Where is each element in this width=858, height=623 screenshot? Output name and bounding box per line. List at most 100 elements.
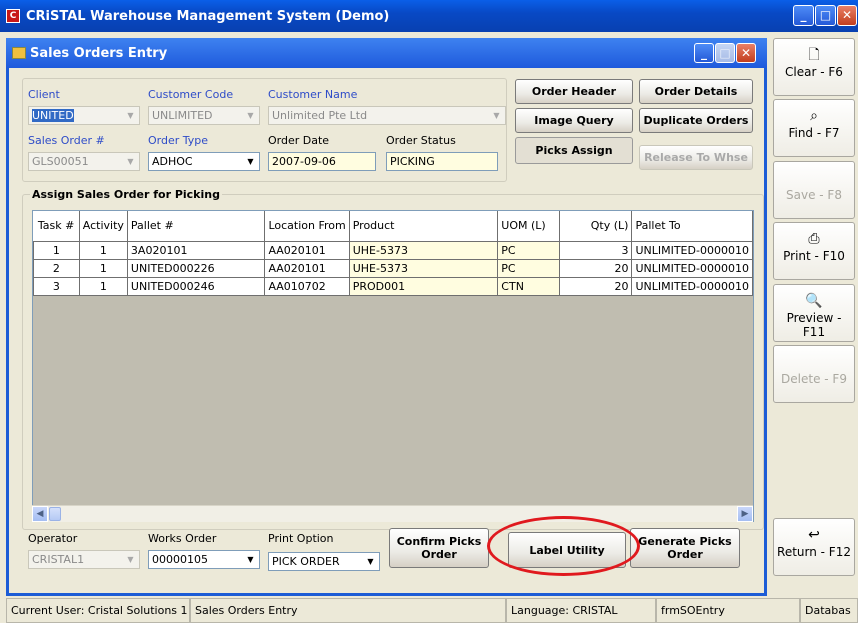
order-status-field: PICKING (386, 152, 498, 171)
release-to-whse-button[interactable]: Release To Whse (639, 145, 753, 170)
scroll-right-icon[interactable]: ▶ (737, 506, 753, 522)
cell-product: UHE-5373 (348, 259, 499, 278)
cell-pallet: UNITED000246 (126, 277, 266, 296)
document-icon: 🗋 (808, 47, 820, 63)
cell-uom: PC (497, 259, 561, 278)
cell-activity: 1 (78, 241, 128, 260)
col-qty[interactable]: Qty (L) (559, 211, 633, 242)
cell-activity: 1 (78, 259, 128, 278)
customer-name-label: Customer Name (268, 88, 358, 101)
table-row[interactable]: 2 1 UNITED000226 AA020101 UHE-5373 PC 20… (33, 259, 753, 278)
image-query-button[interactable]: Image Query (515, 108, 633, 133)
cell-location-from: AA020101 (264, 241, 350, 260)
maximize-icon[interactable]: □ (815, 5, 836, 26)
order-header-button[interactable]: Order Header (515, 79, 633, 104)
works-order-select[interactable]: 00000105 ▼ (148, 550, 260, 569)
print-button[interactable]: ⎙ Print - F10 (773, 222, 855, 280)
window-title: Sales Orders Entry (30, 46, 168, 61)
close-icon[interactable]: ✕ (837, 5, 857, 26)
status-language: Language: CRISTAL (506, 598, 656, 623)
return-button[interactable]: ↩ Return - F12 (773, 518, 855, 576)
cell-qty: 20 (559, 277, 633, 296)
printer-icon: ⎙ (808, 231, 820, 247)
chevron-down-icon: ▼ (123, 154, 138, 169)
col-uom[interactable]: UOM (L) (497, 211, 561, 242)
delete-button[interactable]: Delete - F9 (773, 345, 855, 403)
cell-qty: 3 (559, 241, 633, 260)
scroll-left-icon[interactable]: ◀ (32, 506, 48, 522)
generate-picks-order-button[interactable]: Generate Picks Order (630, 528, 740, 568)
cell-qty: 20 (559, 259, 633, 278)
section-title: Assign Sales Order for Picking (30, 188, 222, 201)
print-option-label: Print Option (268, 532, 334, 545)
works-order-label: Works Order (148, 532, 217, 545)
cell-uom: PC (497, 241, 561, 260)
inner-title-bar[interactable]: Sales Orders Entry _ □ ✕ (6, 38, 767, 68)
save-button[interactable]: Save - F8 (773, 161, 855, 219)
col-pallet[interactable]: Pallet # (127, 211, 266, 242)
col-location-from[interactable]: Location From (264, 211, 350, 242)
col-task[interactable]: Task # (33, 211, 80, 242)
cell-pallet-to: UNLIMITED-0000010 (631, 277, 753, 296)
operator-select[interactable]: CRISTAL1 ▼ (28, 550, 140, 569)
inner-maximize-icon: □ (715, 43, 735, 63)
cell-pallet: 3A020101 (126, 241, 266, 260)
order-type-select[interactable]: ADHOC ▼ (148, 152, 260, 171)
cell-uom: CTN (497, 277, 561, 296)
status-form: frmSOEntry (656, 598, 800, 623)
find-button[interactable]: ⌕ Find - F7 (773, 99, 855, 157)
window-icon (12, 47, 26, 59)
chevron-down-icon: ▼ (123, 108, 138, 123)
client-select[interactable]: UNITED ▼ (28, 106, 140, 125)
col-product[interactable]: Product (349, 211, 499, 242)
scroll-thumb[interactable] (49, 507, 61, 521)
picks-assign-button[interactable]: Picks Assign (515, 137, 633, 164)
inner-minimize-icon[interactable]: _ (694, 43, 714, 63)
table-row[interactable]: 3 1 UNITED000246 AA010702 PROD001 CTN 20… (33, 277, 753, 296)
cell-task: 1 (33, 241, 80, 260)
highlight-oval (487, 516, 640, 576)
picks-grid[interactable]: Task # Activity Pallet # Location From P… (32, 210, 754, 522)
confirm-picks-order-button[interactable]: Confirm Picks Order (389, 528, 489, 568)
status-screen: Sales Orders Entry (190, 598, 506, 623)
app-title-bar[interactable]: C CRiSTAL Warehouse Management System (D… (0, 0, 858, 32)
cell-product: PROD001 (348, 277, 499, 296)
cell-location-from: AA020101 (264, 259, 350, 278)
horizontal-scrollbar[interactable]: ◀ ▶ (32, 505, 753, 522)
cell-activity: 1 (78, 277, 128, 296)
client-label: Client (28, 88, 60, 101)
chevron-down-icon: ▼ (243, 108, 258, 123)
chevron-down-icon: ▼ (123, 552, 138, 567)
chevron-down-icon: ▼ (243, 154, 258, 169)
cell-task: 2 (33, 259, 80, 278)
order-status-label: Order Status (386, 134, 456, 147)
minimize-icon[interactable]: _ (793, 5, 814, 26)
return-icon: ↩ (808, 527, 820, 543)
sales-order-label: Sales Order # (28, 134, 105, 147)
cell-task: 3 (33, 277, 80, 296)
app-logo-icon: C (6, 9, 20, 23)
print-option-select[interactable]: PICK ORDER ▼ (268, 552, 380, 571)
preview-button[interactable]: 🔍 Preview - F11 (773, 284, 855, 342)
inner-close-icon[interactable]: ✕ (736, 43, 756, 63)
cell-pallet-to: UNLIMITED-0000010 (631, 259, 753, 278)
col-activity[interactable]: Activity (79, 211, 128, 242)
chevron-down-icon: ▼ (489, 108, 504, 123)
app-title: CRiSTAL Warehouse Management System (Dem… (26, 9, 390, 24)
sales-order-select[interactable]: GLS00051 ▼ (28, 152, 140, 171)
chevron-down-icon: ▼ (363, 554, 378, 569)
cell-pallet: UNITED000226 (126, 259, 266, 278)
order-details-button[interactable]: Order Details (639, 79, 753, 104)
customer-code-select[interactable]: UNLIMITED ▼ (148, 106, 260, 125)
customer-code-label: Customer Code (148, 88, 234, 101)
cell-pallet-to: UNLIMITED-0000010 (631, 241, 753, 260)
cell-location-from: AA010702 (264, 277, 350, 296)
duplicate-orders-button[interactable]: Duplicate Orders (639, 108, 753, 133)
order-date-field[interactable]: 2007-09-06 (268, 152, 376, 171)
binoculars-icon: ⌕ (810, 108, 818, 124)
customer-name-select[interactable]: Unlimited Pte Ltd ▼ (268, 106, 506, 125)
clear-button[interactable]: 🗋 Clear - F6 (773, 38, 855, 96)
status-user: Current User: Cristal Solutions 1 (6, 598, 190, 623)
table-row[interactable]: 1 1 3A020101 AA020101 UHE-5373 PC 3 UNLI… (33, 241, 753, 260)
col-pallet-to[interactable]: Pallet To (631, 211, 753, 242)
